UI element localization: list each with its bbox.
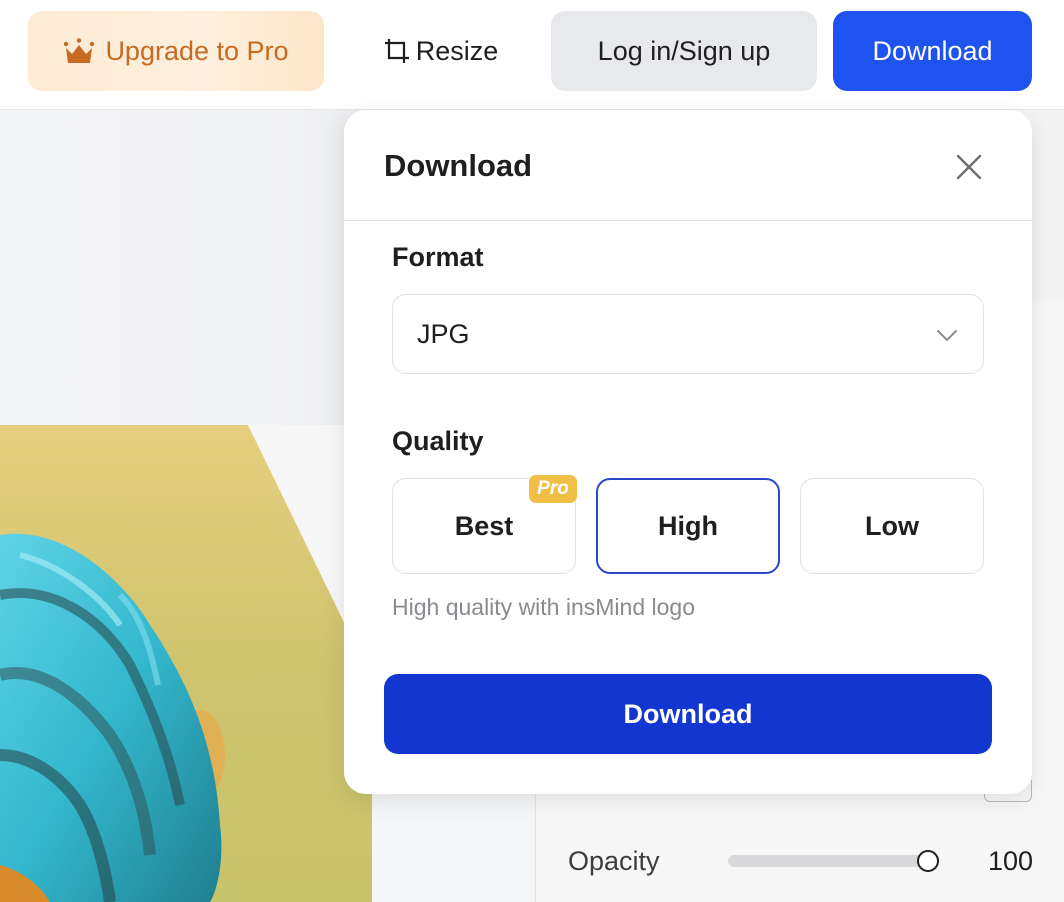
quality-option-best[interactable]: Best Pro: [392, 475, 577, 574]
crop-icon: [384, 39, 409, 63]
pro-badge: Pro: [529, 475, 577, 503]
canvas-image[interactable]: [0, 425, 372, 902]
crown-icon: [64, 38, 95, 63]
opacity-label: Opacity: [568, 846, 660, 876]
chevron-down-icon: [937, 330, 957, 341]
opacity-slider-thumb[interactable]: [917, 850, 939, 872]
format-label: Format: [392, 242, 484, 272]
download-confirm-button[interactable]: Download: [384, 674, 992, 754]
quality-option-low[interactable]: Low: [800, 478, 984, 574]
bird-photo: [0, 425, 372, 902]
quality-label: Quality: [392, 426, 484, 456]
quality-option-high[interactable]: High: [596, 478, 780, 574]
format-select[interactable]: JPG: [392, 294, 984, 374]
close-icon[interactable]: [952, 150, 986, 184]
properties-panel-top: [1032, 110, 1064, 300]
opacity-value: 100: [988, 846, 1034, 876]
upgrade-label: Upgrade to Pro: [105, 35, 289, 66]
login-signup-button[interactable]: Log in/Sign up: [551, 11, 817, 91]
resize-button[interactable]: Resize: [370, 11, 510, 91]
quality-hint: High quality with insMind logo: [392, 594, 695, 620]
top-toolbar: Upgrade to Pro Resize Log in/Sign up Dow…: [0, 0, 1064, 110]
download-dialog: Download Format JPG Quality Best Pro Hig…: [344, 110, 1032, 794]
quality-option-label: Low: [865, 510, 919, 541]
download-button-top[interactable]: Download: [833, 11, 1032, 91]
opacity-slider-track[interactable]: [728, 855, 928, 867]
quality-option-label: High: [658, 510, 718, 541]
dialog-title: Download: [384, 148, 533, 183]
dialog-divider: [344, 220, 1032, 221]
resize-label: Resize: [415, 35, 499, 66]
upgrade-to-pro-button[interactable]: Upgrade to Pro: [28, 11, 324, 91]
quality-option-label: Best: [454, 510, 514, 541]
format-selected-value: JPG: [417, 319, 470, 349]
